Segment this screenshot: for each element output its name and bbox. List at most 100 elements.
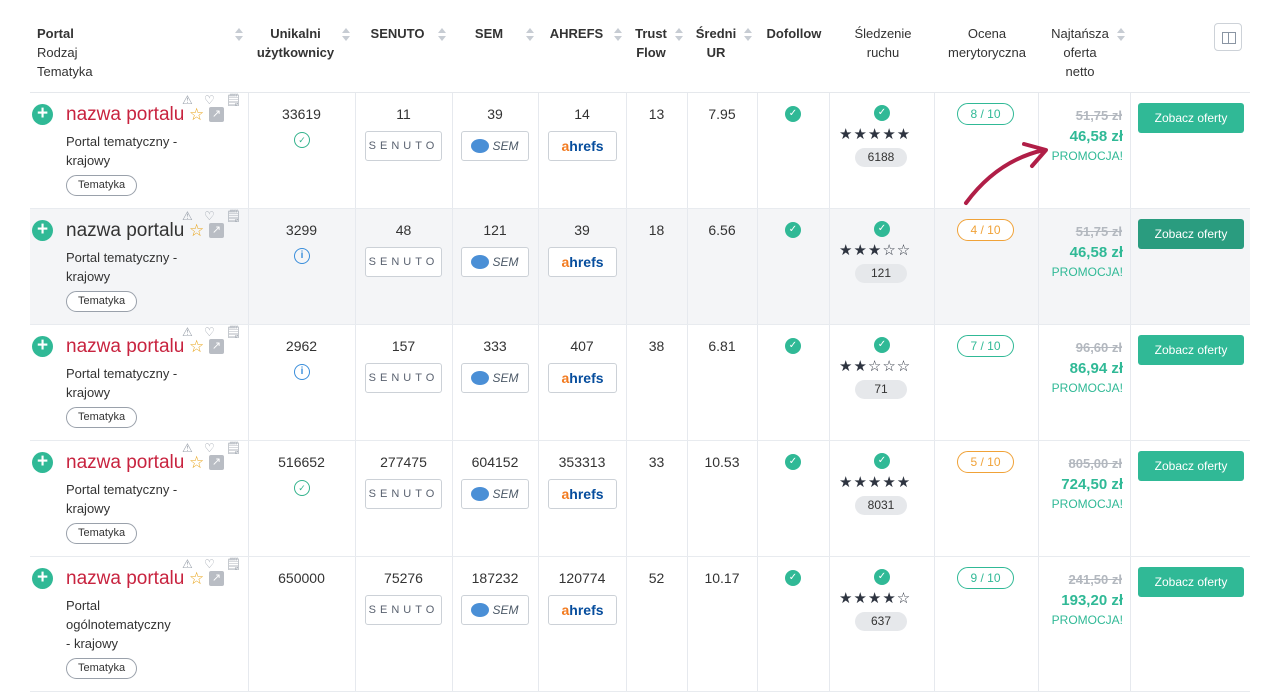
- heart-icon[interactable]: ♡: [204, 441, 215, 455]
- external-link-icon[interactable]: ↗: [209, 455, 224, 470]
- col-traffic-header[interactable]: Śledzenie ruchu: [831, 24, 935, 62]
- sort-sem-icon[interactable]: [526, 28, 534, 42]
- sort-ur-icon[interactable]: [744, 28, 752, 42]
- ur-header-line1: Średni: [695, 26, 737, 41]
- warning-icon[interactable]: ⚠: [182, 441, 193, 455]
- trust-header-line1: Trust: [635, 26, 667, 41]
- col-portal-header[interactable]: Portal Rodzaj Tematyka: [37, 24, 93, 81]
- traffic-count-badge: 6188: [855, 148, 907, 167]
- rating-header-line1: Ocena: [967, 26, 1007, 41]
- external-link-icon[interactable]: ↗: [209, 223, 224, 238]
- external-link-icon[interactable]: ↗: [209, 339, 224, 354]
- traffic-count-badge: 71: [855, 380, 907, 399]
- sem-logo-button[interactable]: SEM: [461, 131, 529, 161]
- col-trust-header[interactable]: Trust Flow: [629, 24, 673, 62]
- sem-logo-button[interactable]: SEM: [461, 363, 529, 393]
- category-tag[interactable]: Tematyka: [66, 523, 138, 544]
- add-to-cart-button[interactable]: +: [32, 336, 53, 357]
- sem-value: 187232: [471, 570, 519, 586]
- note-icon[interactable]: 🗒: [226, 93, 241, 107]
- sort-trust-icon[interactable]: [675, 28, 683, 42]
- heart-icon[interactable]: ♡: [204, 557, 215, 571]
- unique-users-value: 650000: [278, 570, 325, 586]
- add-to-cart-button[interactable]: +: [32, 220, 53, 241]
- add-to-cart-button[interactable]: +: [32, 104, 53, 125]
- see-offers-button[interactable]: Zobacz oferty: [1138, 219, 1244, 249]
- unique-users-value: 2962: [285, 338, 318, 354]
- external-link-icon[interactable]: ↗: [209, 571, 224, 586]
- ahrefs-logo-button[interactable]: ahrefs: [548, 247, 617, 277]
- sem-value: 39: [487, 106, 503, 122]
- senuto-logo-button[interactable]: SENUTO: [365, 479, 442, 509]
- external-link-icon[interactable]: ↗: [209, 107, 224, 122]
- note-icon[interactable]: 🗒: [226, 325, 241, 339]
- ahrefs-logo-button[interactable]: ahrefs: [548, 131, 617, 161]
- col-users-header[interactable]: Unikalni użytkownicy: [243, 24, 348, 62]
- new-price: 724,50 zł: [1061, 476, 1123, 493]
- note-icon[interactable]: 🗒: [226, 441, 241, 455]
- ahrefs-logo-button[interactable]: ahrefs: [548, 595, 617, 625]
- favorite-star-icon[interactable]: ☆: [189, 221, 204, 241]
- portal-name-link[interactable]: nazwa portalu: [66, 104, 184, 126]
- heart-icon[interactable]: ♡: [204, 209, 215, 223]
- columns-toggle-button[interactable]: [1214, 23, 1242, 51]
- add-to-cart-button[interactable]: +: [32, 568, 53, 589]
- col-sem-header[interactable]: SEM: [453, 24, 525, 43]
- sort-ahrefs-icon[interactable]: [614, 28, 622, 42]
- offer-header-line1: Najtańsza: [1051, 26, 1109, 41]
- sem-swirl-icon: [471, 602, 490, 617]
- see-offers-button[interactable]: Zobacz oferty: [1138, 567, 1244, 597]
- warning-icon[interactable]: ⚠: [182, 557, 193, 571]
- add-to-cart-button[interactable]: +: [32, 452, 53, 473]
- senuto-logo-button[interactable]: SENUTO: [365, 595, 442, 625]
- see-offers-button[interactable]: Zobacz oferty: [1138, 335, 1244, 365]
- ahrefs-value: 14: [574, 106, 590, 122]
- portal-name-link[interactable]: nazwa portalu: [66, 336, 184, 358]
- sem-swirl-icon: [471, 254, 490, 269]
- warning-icon[interactable]: ⚠: [182, 209, 193, 223]
- col-ur-header[interactable]: Średni UR: [691, 24, 741, 62]
- heart-icon[interactable]: ♡: [204, 93, 215, 107]
- favorite-star-icon[interactable]: ☆: [189, 337, 204, 357]
- note-icon[interactable]: 🗒: [226, 557, 241, 571]
- category-tag[interactable]: Tematyka: [66, 658, 138, 679]
- category-tag[interactable]: Tematyka: [66, 291, 138, 312]
- dofollow-check-icon: ✓: [785, 454, 801, 470]
- heart-icon[interactable]: ♡: [204, 325, 215, 339]
- sem-logo-button[interactable]: SEM: [461, 595, 529, 625]
- sort-senuto-icon[interactable]: [438, 28, 446, 42]
- portal-name-link[interactable]: nazwa portalu: [66, 220, 184, 242]
- warning-icon[interactable]: ⚠: [182, 325, 193, 339]
- sem-logo-text: SEM: [492, 139, 519, 153]
- senuto-logo-button[interactable]: SENUTO: [365, 363, 442, 393]
- traffic-check-icon: ✓: [874, 453, 890, 469]
- portal-name-link[interactable]: nazwa portalu: [66, 452, 184, 474]
- note-icon[interactable]: 🗒: [226, 209, 241, 223]
- sort-users-icon[interactable]: [342, 28, 350, 42]
- col-ahrefs-header[interactable]: AHREFS: [539, 24, 614, 43]
- sem-logo-button[interactable]: SEM: [461, 479, 529, 509]
- ahrefs-logo-button[interactable]: ahrefs: [548, 479, 617, 509]
- col-offer-header[interactable]: Najtańsza oferta netto: [1044, 24, 1116, 81]
- sort-offer-icon[interactable]: [1117, 28, 1125, 42]
- see-offers-button[interactable]: Zobacz oferty: [1138, 451, 1244, 481]
- warning-icon[interactable]: ⚠: [182, 93, 193, 107]
- col-senuto-header[interactable]: SENUTO: [355, 24, 440, 43]
- ahrefs-logo-button[interactable]: ahrefs: [548, 363, 617, 393]
- average-ur-value: 10.53: [704, 454, 740, 470]
- favorite-star-icon[interactable]: ☆: [189, 569, 204, 589]
- senuto-logo-button[interactable]: SENUTO: [365, 247, 442, 277]
- see-offers-button[interactable]: Zobacz oferty: [1138, 103, 1244, 133]
- col-rating-header[interactable]: Ocena merytoryczna: [936, 24, 1038, 62]
- category-tag[interactable]: Tematyka: [66, 407, 138, 428]
- favorite-star-icon[interactable]: ☆: [189, 453, 204, 473]
- category-tag[interactable]: Tematyka: [66, 175, 138, 196]
- portal-name-link[interactable]: nazwa portalu: [66, 568, 184, 590]
- senuto-logo-button[interactable]: SENUTO: [365, 131, 442, 161]
- favorite-star-icon[interactable]: ☆: [189, 105, 204, 125]
- info-icon: i: [294, 364, 310, 380]
- col-dofollow-header[interactable]: Dofollow: [759, 24, 829, 43]
- portal-header-line1: Portal: [37, 26, 74, 41]
- sort-portal-icon[interactable]: [235, 28, 243, 42]
- sem-logo-button[interactable]: SEM: [461, 247, 529, 277]
